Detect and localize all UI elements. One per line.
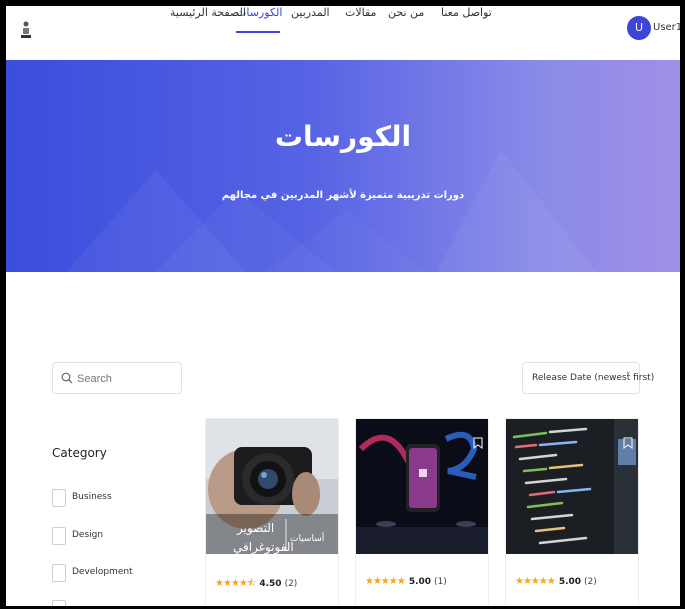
user-menu[interactable]: User1 ˅ <box>653 22 680 33</box>
search-input[interactable] <box>77 369 177 389</box>
sort-selected-value: Release Date (newest first) <box>532 373 655 383</box>
course-rating: ★★★★★ 5.00 (1) <box>365 576 447 587</box>
nav-contact[interactable]: تواصل معنا <box>441 6 492 19</box>
course-card[interactable]: ★★★★★ 5.00 (1) <box>355 418 489 606</box>
logo-icon[interactable] <box>20 20 32 42</box>
rating-count: (1) <box>434 577 447 587</box>
category-design[interactable]: Design <box>52 527 172 547</box>
category-label: Design <box>72 530 104 540</box>
rating-count: (2) <box>284 579 298 589</box>
course-thumbnail <box>356 419 488 554</box>
chevron-down-icon: ˅ <box>626 372 631 382</box>
course-rating: ★★★★⯪ 4.50 (2) <box>215 576 297 593</box>
star-rating-icon: ★★★★★ <box>515 576 556 587</box>
thumbnail-title-line2: الفوتوغرافي <box>233 540 294 554</box>
thumbnail-subtitle: أساسيات <box>290 534 325 544</box>
hero-banner: الكورسات دورات تدريبية متميزة لأشهر المد… <box>6 60 680 272</box>
rating-count: (2) <box>584 577 597 587</box>
category-development[interactable]: Development <box>52 564 172 584</box>
category-heading: Category <box>52 446 107 460</box>
rating-value: 4.50 <box>259 579 282 589</box>
rating-value: 5.00 <box>558 577 582 587</box>
search-icon <box>61 372 73 384</box>
search-box <box>52 362 182 394</box>
user-name: User1 <box>653 22 680 33</box>
category-label: Development <box>72 567 133 577</box>
course-thumbnail <box>506 419 638 554</box>
star-rating-icon: ★★★★⯪ <box>215 578 256 589</box>
bookmark-icon[interactable] <box>623 437 633 449</box>
thumbnail-title: التصوير <box>237 521 275 535</box>
top-navbar: تواصل معنا من نحن مقالات المدربين الكورس… <box>6 6 680 60</box>
checkbox[interactable] <box>52 489 66 507</box>
rating-value: 5.00 <box>408 577 432 587</box>
nav-articles[interactable]: مقالات <box>345 6 376 19</box>
nav-about[interactable]: من نحن <box>388 6 424 19</box>
category-item-partial[interactable] <box>52 600 172 606</box>
app-frame: تواصل معنا من نحن مقالات المدربين الكورس… <box>6 6 680 606</box>
sort-select[interactable]: Release Date (newest first) ˅ <box>522 362 654 394</box>
nav-trainers[interactable]: المدربين <box>291 6 330 19</box>
avatar[interactable]: U <box>627 16 651 40</box>
course-rating: ★★★★★ 5.00 (2) <box>515 576 597 587</box>
checkbox[interactable] <box>52 600 66 606</box>
course-card[interactable]: ★★★★★ 5.00 (2) <box>505 418 639 606</box>
star-rating-icon: ★★★★★ <box>365 576 406 587</box>
bookmark-icon[interactable] <box>473 437 483 449</box>
active-nav-indicator <box>236 31 280 33</box>
course-thumbnail: التصوير الفوتوغرافي أساسيات <box>206 419 338 554</box>
page-subtitle: دورات تدريبية متميزة لأشهر المدربين في م… <box>221 190 465 201</box>
nav-home[interactable]: الصفحة الرئيسية <box>170 6 246 19</box>
page-title: الكورسات <box>274 120 412 153</box>
category-label: Business <box>72 492 112 502</box>
course-card[interactable]: التصوير الفوتوغرافي أساسيات ★★★★⯪ 4.50 (2) <box>205 418 339 606</box>
checkbox[interactable] <box>52 527 66 545</box>
checkbox[interactable] <box>52 564 66 582</box>
category-business[interactable]: Business <box>52 489 172 509</box>
hero-background-shapes <box>66 150 596 272</box>
